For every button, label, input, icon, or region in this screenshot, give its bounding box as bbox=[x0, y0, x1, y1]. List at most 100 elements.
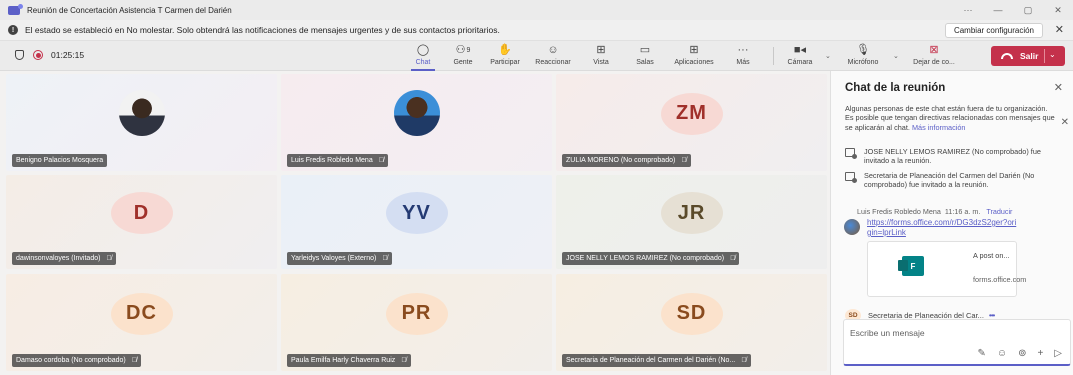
external-warning: Algunas personas de este chat están fuer… bbox=[845, 104, 1055, 132]
message-input[interactable] bbox=[850, 328, 1050, 338]
compose-box: ✎ ☺ ⊚ + ▷ bbox=[843, 319, 1071, 366]
hang-up-icon bbox=[1001, 53, 1013, 59]
participant-name: Benigno Palacios Mosquera bbox=[12, 154, 108, 167]
chat-icon: ◯ bbox=[416, 44, 430, 56]
mic-off-icon: 🎙̸ bbox=[401, 357, 407, 364]
card-source: forms.office.com bbox=[973, 275, 1027, 284]
stop-share-icon: ⊠ bbox=[929, 44, 939, 56]
format-icon[interactable]: ✎ bbox=[977, 348, 985, 359]
close-chat-icon[interactable]: ✕ bbox=[1054, 81, 1063, 94]
participant-tile[interactable]: ZM ZULIA MORENO (No comprobado) 🎙̸ bbox=[556, 74, 827, 171]
participant-name: Paula Emilfa Harly Chaverra Ruiz 🎙̸ bbox=[287, 354, 411, 367]
react-button[interactable]: ☺ Reaccionar bbox=[533, 43, 573, 69]
chat-title: Chat de la reunión bbox=[845, 82, 946, 94]
link-preview-card[interactable]: F A post on... forms.office.com bbox=[867, 241, 1027, 297]
mic-off-icon: 🎙̸ bbox=[730, 255, 736, 262]
minimize-icon[interactable]: — bbox=[983, 0, 1013, 20]
more-info-link[interactable]: Más información bbox=[912, 123, 966, 132]
toolbar-divider bbox=[773, 47, 774, 65]
send-icon[interactable]: ▷ bbox=[1054, 348, 1062, 359]
message-bubble: https://forms.office.com/r/DG3dzS2ger?or… bbox=[867, 218, 1017, 238]
raise-hand-button[interactable]: ✋ Participar bbox=[488, 43, 522, 69]
participant-photo bbox=[393, 89, 440, 136]
participant-name: Luis Fredis Robledo Mena 🎙̸ bbox=[287, 154, 388, 167]
more-options-icon[interactable]: ··· bbox=[953, 0, 983, 20]
participant-initials: SD bbox=[660, 292, 723, 335]
video-grid: Benigno Palacios Mosquera Luis Fredis Rob… bbox=[0, 71, 830, 375]
rooms-icon: ▭ bbox=[639, 44, 651, 56]
sticker-icon[interactable]: ⊚ bbox=[1018, 348, 1026, 359]
leave-button[interactable]: Salir ⌄ bbox=[991, 46, 1065, 66]
meeting-status: 01:25:15 bbox=[15, 50, 84, 60]
microphone-icon: 🎙 bbox=[856, 44, 870, 56]
shield-icon bbox=[15, 50, 24, 60]
participant-tile[interactable]: YV Yarleidys Valoyes (Externo) 🎙̸ bbox=[281, 175, 552, 269]
more-icon: ··· bbox=[737, 44, 749, 56]
add-icon[interactable]: + bbox=[1037, 348, 1043, 359]
translate-link[interactable]: Traducir bbox=[986, 207, 1012, 216]
dnd-notice-bar: ! El estado se estableció en No molestar… bbox=[0, 20, 1073, 41]
title-bar: Reunión de Concertación Asistencia T Car… bbox=[0, 0, 1073, 20]
participant-initials: YV bbox=[385, 192, 448, 234]
view-button[interactable]: ⊞ Vista bbox=[590, 43, 612, 69]
apps-button[interactable]: ⊞ Aplicaciones bbox=[668, 43, 720, 69]
rooms-button[interactable]: ▭ Salas bbox=[634, 43, 656, 69]
participant-name: dawinsonvaloyes (Invitado) 🎙̸ bbox=[12, 252, 116, 265]
participant-tile[interactable]: Ddawinsonvaloyes (Invitado) 🎙̸ bbox=[6, 175, 277, 269]
mic-off-icon: 🎙̸ bbox=[681, 157, 687, 164]
participant-tile[interactable]: SD Secretaria de Planeación del Carmen de… bbox=[556, 274, 827, 371]
meeting-toolbar: 01:25:15 ◯ Chat ⚇ 9 Gente ✋ Participar ☺ … bbox=[0, 41, 1073, 71]
participant-photo bbox=[118, 89, 165, 136]
meeting-chat-panel: Chat de la reunión ✕ Algunas personas de… bbox=[830, 71, 1073, 375]
participant-initials: PR bbox=[385, 292, 448, 335]
participant-tile[interactable]: Benigno Palacios Mosquera bbox=[6, 74, 277, 171]
close-notice-icon[interactable]: ✕ bbox=[1055, 23, 1064, 36]
camera-off-icon: ■◂ bbox=[793, 44, 807, 56]
camera-button[interactable]: ■◂ Cámara bbox=[786, 43, 814, 69]
participant-tile[interactable]: Luis Fredis Robledo Mena 🎙̸ bbox=[281, 74, 552, 171]
people-button[interactable]: ⚇ 9 Gente bbox=[450, 43, 476, 69]
forms-link[interactable]: https://forms.office.com/r/DG3dzS2ger?or… bbox=[867, 218, 1016, 237]
participant-tile[interactable]: DC Damaso cordoba (No comprobado) 🎙̸ bbox=[6, 274, 277, 371]
notice-message: El estado se estableció en No molestar. … bbox=[25, 25, 500, 35]
info-icon: ! bbox=[8, 25, 18, 35]
participant-name: ZULIA MORENO (No comprobado) 🎙̸ bbox=[562, 154, 691, 167]
system-message: JOSE NELLY LEMOS RAMIREZ (No comprobado)… bbox=[845, 147, 1060, 166]
hand-icon: ✋ bbox=[498, 44, 512, 56]
card-title: A post on... bbox=[973, 251, 1010, 260]
mic-button[interactable]: 🎙 Micrófono bbox=[842, 43, 884, 69]
emoji-icon[interactable]: ☺ bbox=[997, 348, 1007, 359]
stop-sharing-button[interactable]: ⊠ Dejar de co... bbox=[909, 43, 959, 69]
invite-icon bbox=[845, 172, 857, 183]
add-app-icon: ⊞ bbox=[689, 44, 699, 56]
mic-off-icon: 🎙̸ bbox=[741, 357, 747, 364]
system-message: Secretaria de Planeación del Carmen del … bbox=[845, 171, 1060, 190]
participant-initials: ZM bbox=[660, 92, 723, 135]
chat-button[interactable]: ◯ Chat bbox=[411, 43, 435, 71]
participant-tile[interactable]: JR JOSE NELLY LEMOS RAMIREZ (No comprobad… bbox=[556, 175, 827, 269]
participant-initials: DC bbox=[110, 292, 173, 335]
participant-name: JOSE NELLY LEMOS RAMIREZ (No comprobado)… bbox=[562, 252, 740, 265]
window-controls: ··· — ▢ ✕ bbox=[953, 0, 1073, 20]
dismiss-warning-icon[interactable]: ✕ bbox=[1061, 117, 1069, 128]
participant-tile[interactable]: PR Paula Emilfa Harly Chaverra Ruiz 🎙̸ bbox=[281, 274, 552, 371]
message-header: Luis Fredis Robledo Mena 11:16 a. m. Tra… bbox=[857, 207, 1013, 216]
avatar bbox=[844, 219, 860, 235]
close-icon[interactable]: ✕ bbox=[1043, 0, 1073, 20]
more-button[interactable]: ··· Más bbox=[733, 43, 753, 69]
smile-icon: ☺ bbox=[547, 44, 559, 56]
maximize-icon[interactable]: ▢ bbox=[1013, 0, 1043, 20]
change-settings-button[interactable]: Cambiar configuración bbox=[944, 23, 1043, 38]
window-title: Reunión de Concertación Asistencia T Car… bbox=[27, 5, 232, 15]
grid-view-icon: ⊞ bbox=[596, 44, 606, 56]
invite-icon bbox=[845, 148, 857, 159]
leave-options-chevron-icon[interactable]: ⌄ bbox=[1049, 50, 1056, 59]
camera-options-chevron-icon[interactable]: ⌄ bbox=[825, 52, 831, 60]
participant-initials: D bbox=[110, 192, 173, 234]
teams-logo-icon bbox=[8, 3, 23, 15]
mic-options-chevron-icon[interactable]: ⌄ bbox=[893, 52, 899, 60]
forms-icon: F bbox=[898, 256, 924, 276]
meeting-timer: 01:25:15 bbox=[51, 50, 85, 60]
participant-name: Damaso cordoba (No comprobado) 🎙̸ bbox=[12, 354, 141, 367]
recording-icon bbox=[33, 50, 43, 60]
